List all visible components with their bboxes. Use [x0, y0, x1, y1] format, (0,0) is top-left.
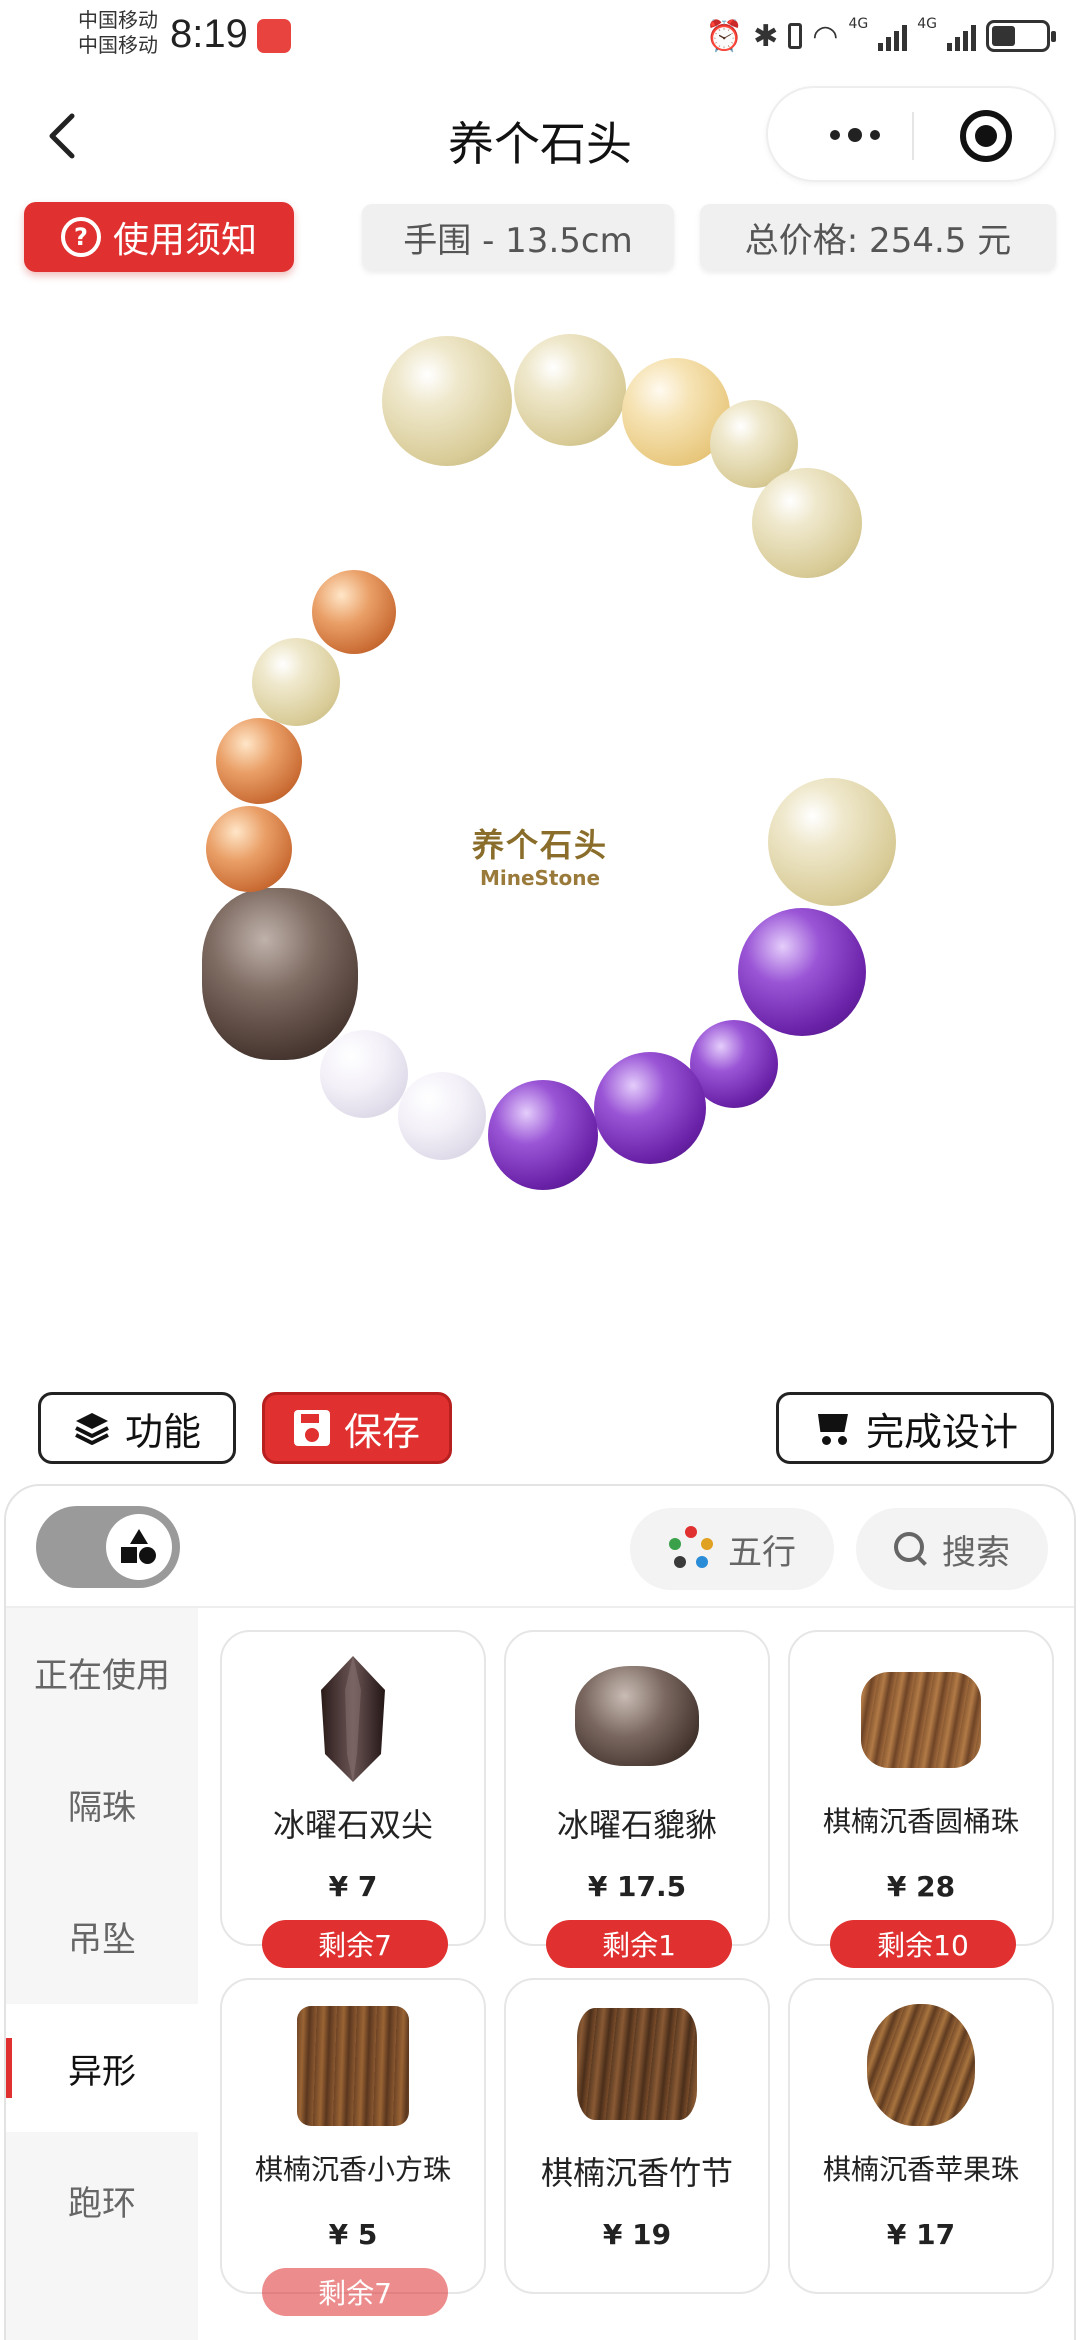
product-price: ¥ 5: [328, 2218, 378, 2251]
bead-citrine[interactable]: [752, 468, 862, 578]
bluetooth-icon: ✱: [753, 18, 779, 54]
vibrate-icon: [788, 23, 803, 49]
product-card[interactable]: 棋楠沉香苹果珠 ¥ 17: [788, 1978, 1054, 2294]
wrist-size-pill[interactable]: 手围 - 13.5cm: [362, 204, 674, 270]
nav-bar: 养个石头: [0, 80, 1080, 190]
bead-amethyst[interactable]: [488, 1080, 598, 1190]
search-label: 搜索: [942, 1532, 1010, 1573]
product-thumbnail: [577, 2008, 697, 2120]
status-icons: ⏰ ✱ ◠ 4G 4G: [705, 16, 1056, 56]
product-card[interactable]: 棋楠沉香竹节 ¥ 19: [504, 1978, 770, 2294]
battery-level: [992, 26, 1016, 46]
product-card[interactable]: 冰曜石貔貅 ¥ 17.5 剩余1: [504, 1630, 770, 1968]
brand-watermark: 养个石头 MineStone: [450, 820, 630, 890]
stock-badge: 剩余10: [830, 1920, 1016, 1968]
product-price: ¥ 17: [886, 2218, 956, 2251]
shapes-icon: [121, 1529, 157, 1565]
carrier-2: 中国移动: [78, 33, 158, 57]
toggle-knob: [106, 1514, 172, 1580]
product-price: ¥ 17.5: [587, 1870, 687, 1903]
bead-smoky-pixiu[interactable]: [202, 888, 358, 1060]
bead-amethyst[interactable]: [594, 1052, 706, 1164]
search-button[interactable]: 搜索: [856, 1508, 1048, 1590]
bead-citrine[interactable]: [768, 778, 896, 906]
signal-1-icon: [878, 21, 908, 51]
app-notification-icon: [257, 19, 291, 53]
product-thumbnail: [861, 1672, 981, 1768]
product-card[interactable]: 冰曜石双尖 ¥ 7 剩余7: [220, 1630, 486, 1968]
sidebar-item-loop[interactable]: 跑环: [6, 2136, 198, 2264]
finish-design-button[interactable]: 完成设计: [776, 1392, 1054, 1464]
watermark-en: MineStone: [479, 866, 601, 890]
cart-icon: [812, 1410, 852, 1446]
question-icon: ?: [60, 217, 101, 257]
product-thumbnail: [297, 2006, 409, 2126]
save-button[interactable]: 保存: [262, 1392, 452, 1464]
capsule-divider: [912, 112, 914, 160]
close-program-icon[interactable]: [960, 110, 1012, 162]
finish-design-label: 完成设计: [865, 1409, 1018, 1454]
product-name: 冰曜石貔貅: [556, 1806, 717, 1844]
usage-notice-button[interactable]: ? 使用须知: [24, 202, 294, 272]
stock-badge: 剩余1: [546, 1920, 732, 1968]
bead-sunstone[interactable]: [216, 718, 302, 804]
status-bar: 中国移动 中国移动 8:19 ⏰ ✱ ◠ 4G 4G: [0, 0, 1080, 70]
picker-toolbar: 五行 搜索: [6, 1486, 1074, 1608]
product-thumbnail: [317, 1654, 389, 1784]
product-name: 棋楠沉香苹果珠: [822, 2153, 1019, 2186]
bead-sunstone[interactable]: [312, 570, 396, 654]
usage-notice-label: 使用须知: [112, 220, 257, 261]
save-icon: [293, 1410, 330, 1446]
network-type-1: 4G: [848, 16, 869, 32]
shape-mode-toggle[interactable]: [36, 1506, 180, 1588]
stock-badge: 剩余7: [262, 2268, 448, 2316]
network-type-2: 4G: [917, 16, 937, 32]
product-name: 棋楠沉香小方珠: [254, 2153, 451, 2186]
carrier-1: 中国移动: [78, 8, 158, 32]
sidebar-item-pendant[interactable]: 吊坠: [6, 1872, 198, 2000]
bracelet-preview: 养个石头 MineStone: [0, 300, 1080, 1360]
five-elements-label: 五行: [728, 1532, 796, 1573]
battery-icon: [986, 20, 1056, 52]
bead-clear-quartz[interactable]: [320, 1030, 408, 1118]
layers-icon: [75, 1413, 109, 1445]
save-label: 保存: [343, 1409, 420, 1454]
sidebar-item-spacer[interactable]: 隔珠: [6, 1740, 198, 1868]
bead-sunstone[interactable]: [206, 806, 292, 892]
product-price: ¥ 19: [602, 2218, 672, 2251]
bead-clear-quartz[interactable]: [398, 1072, 486, 1160]
product-name: 冰曜石双尖: [272, 1806, 433, 1844]
carrier-labels: 中国移动 中国移动: [78, 8, 158, 58]
search-icon: [894, 1532, 928, 1566]
product-price: ¥ 7: [328, 1870, 378, 1903]
alarm-icon: ⏰: [705, 18, 744, 54]
product-thumbnail: [867, 2004, 975, 2126]
bead-citrine[interactable]: [514, 334, 626, 446]
stock-badge: 剩余7: [262, 1920, 448, 1968]
product-name: 棋楠沉香竹节: [540, 2154, 733, 2192]
function-label: 功能: [124, 1409, 201, 1454]
sidebar-item-shaped[interactable]: 异形: [6, 2004, 198, 2132]
product-card[interactable]: 棋楠沉香小方珠 ¥ 5 剩余7: [220, 1978, 486, 2316]
signal-2-icon: [947, 21, 976, 51]
total-price-pill: 总价格: 254.5 元: [700, 204, 1056, 270]
mini-program-capsule: [766, 86, 1056, 182]
bead-amethyst[interactable]: [738, 908, 866, 1036]
product-thumbnail: [575, 1666, 699, 1766]
wifi-icon: ◠: [812, 18, 839, 54]
category-sidebar: 正在使用 隔珠 吊坠 异形 跑环: [6, 1608, 198, 2340]
function-button[interactable]: 功能: [38, 1392, 236, 1464]
status-time: 8:19: [170, 12, 248, 56]
bead-picker-panel: 五行 搜索 正在使用 隔珠 吊坠 异形 跑环 冰曜石双尖 ¥ 7 剩余7 冰曜石…: [4, 1484, 1076, 2340]
product-price: ¥ 28: [886, 1870, 956, 1903]
five-elements-filter[interactable]: 五行: [630, 1508, 834, 1590]
bead-citrine[interactable]: [252, 638, 340, 726]
five-elements-icon: [668, 1526, 714, 1572]
product-card[interactable]: 棋楠沉香圆桶珠 ¥ 28 剩余10: [788, 1630, 1054, 1968]
sidebar-item-in-use[interactable]: 正在使用: [6, 1608, 198, 1736]
watermark-cn: 养个石头: [471, 826, 608, 864]
more-options-icon[interactable]: [810, 110, 900, 160]
bead-citrine[interactable]: [382, 336, 512, 466]
product-name: 棋楠沉香圆桶珠: [822, 1805, 1019, 1838]
